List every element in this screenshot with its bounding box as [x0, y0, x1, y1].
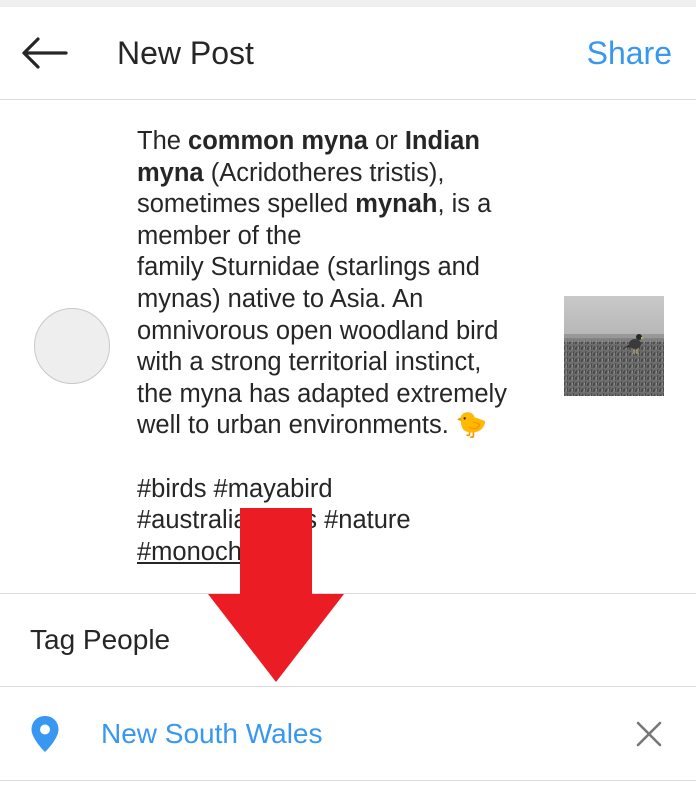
- caption-input[interactable]: The common myna or Indian myna (Acridoth…: [137, 126, 537, 568]
- caption-text: with a strong territorial instinct,: [137, 348, 482, 377]
- tag-people-row[interactable]: Tag People: [0, 594, 696, 686]
- page-title: New Post: [117, 35, 254, 71]
- location-pin-icon: [31, 716, 59, 752]
- share-button[interactable]: Share: [587, 33, 672, 73]
- avatar: [34, 308, 110, 384]
- caption-text: the myna has adapted extremely: [137, 379, 507, 408]
- status-bar-strip: [0, 0, 696, 7]
- photo-thumbnail[interactable]: [564, 296, 664, 396]
- caption-text: family Sturnidae (starlings and: [137, 253, 480, 282]
- caption-text: mynas) native to Asia. An: [137, 284, 424, 313]
- bird-photo-image: [564, 296, 664, 396]
- top-app-bar: New Post Share: [0, 7, 696, 100]
- red-down-arrow-annotation: [208, 508, 344, 682]
- location-row[interactable]: New South Wales: [0, 687, 696, 779]
- caption-text: omnivorous open woodland bird: [137, 316, 499, 345]
- caption-hashtags: #birds #mayabird: [137, 474, 333, 503]
- caption-bold-term: myna: [137, 158, 204, 187]
- caption-text: member of the: [137, 221, 302, 250]
- caption-text: (Acridotheres tristis),: [203, 158, 445, 187]
- close-icon[interactable]: [632, 717, 666, 751]
- caption-bold-term: common myna: [188, 127, 368, 155]
- caption-text: well to urban environments.: [137, 411, 456, 440]
- post-composer: The common myna or Indian myna (Acridoth…: [0, 100, 696, 593]
- back-arrow-icon: [22, 37, 68, 69]
- caption-bold-term: mynah: [355, 190, 438, 219]
- caption-bold-term: Indian: [404, 127, 480, 155]
- tag-people-label: Tag People: [30, 624, 171, 655]
- caption-text: , is a: [437, 190, 492, 219]
- chick-emoji: 🐤: [455, 411, 488, 440]
- caption-text: sometimes spelled: [137, 190, 356, 219]
- bottom-area: [0, 781, 696, 800]
- caption-text: or: [368, 127, 405, 155]
- back-button[interactable]: [14, 29, 74, 77]
- caption-text: The: [137, 127, 189, 155]
- location-label: New South Wales: [101, 718, 323, 749]
